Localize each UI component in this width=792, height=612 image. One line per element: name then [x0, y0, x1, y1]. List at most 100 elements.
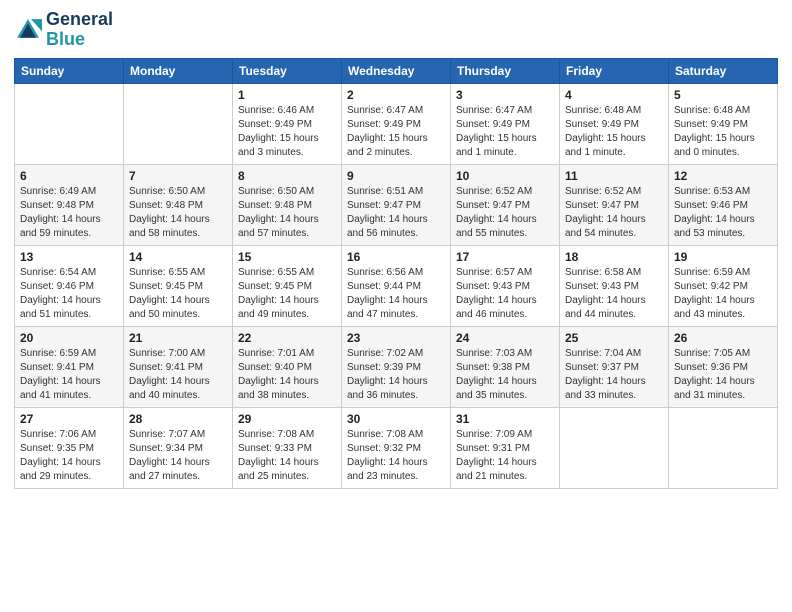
day-number: 15 [238, 250, 336, 264]
day-info: Sunrise: 6:52 AMSunset: 9:47 PMDaylight:… [456, 185, 554, 241]
calendar-cell: 11 Sunrise: 6:52 AMSunset: 9:47 PMDayligh… [560, 164, 669, 245]
calendar-cell: 27 Sunrise: 7:06 AMSunset: 9:35 PMDayligh… [15, 407, 124, 488]
calendar-cell [15, 83, 124, 164]
day-info: Sunrise: 7:02 AMSunset: 9:39 PMDaylight:… [347, 347, 445, 403]
day-info: Sunrise: 6:53 AMSunset: 9:46 PMDaylight:… [674, 185, 772, 241]
day-info: Sunrise: 6:56 AMSunset: 9:44 PMDaylight:… [347, 266, 445, 322]
header: General Blue [14, 10, 778, 50]
calendar-cell: 14 Sunrise: 6:55 AMSunset: 9:45 PMDayligh… [124, 245, 233, 326]
calendar-cell: 6Sunrise: 6:49 AMSunset: 9:48 PMDaylight… [15, 164, 124, 245]
weekday-header-thursday: Thursday [451, 58, 560, 83]
page: General Blue SundayMondayTuesdayWednesda… [0, 0, 792, 612]
calendar-header-row: SundayMondayTuesdayWednesdayThursdayFrid… [15, 58, 778, 83]
weekday-header-monday: Monday [124, 58, 233, 83]
calendar-cell: 20Sunrise: 6:59 AMSunset: 9:41 PMDayligh… [15, 326, 124, 407]
calendar-cell: 7Sunrise: 6:50 AMSunset: 9:48 PMDaylight… [124, 164, 233, 245]
calendar-cell: 1 Sunrise: 6:46 AMSunset: 9:49 PMDaylight… [233, 83, 342, 164]
day-number: 26 [674, 331, 772, 345]
day-info: Sunrise: 6:49 AMSunset: 9:48 PMDaylight:… [20, 185, 118, 241]
calendar-cell [560, 407, 669, 488]
calendar-cell: 31Sunrise: 7:09 AMSunset: 9:31 PMDayligh… [451, 407, 560, 488]
day-info: Sunrise: 6:58 AMSunset: 9:43 PMDaylight:… [565, 266, 663, 322]
day-number: 8 [238, 169, 336, 183]
day-number: 4 [565, 88, 663, 102]
day-info: Sunrise: 6:48 AMSunset: 9:49 PMDaylight:… [565, 104, 663, 160]
calendar-cell: 23 Sunrise: 7:02 AMSunset: 9:39 PMDayligh… [342, 326, 451, 407]
day-number: 2 [347, 88, 445, 102]
calendar-cell: 12 Sunrise: 6:53 AMSunset: 9:46 PMDayligh… [669, 164, 778, 245]
calendar-cell: 18 Sunrise: 6:58 AMSunset: 9:43 PMDayligh… [560, 245, 669, 326]
day-number: 3 [456, 88, 554, 102]
calendar-week-3: 13 Sunrise: 6:54 AMSunset: 9:46 PMDayligh… [15, 245, 778, 326]
day-number: 29 [238, 412, 336, 426]
day-number: 31 [456, 412, 554, 426]
weekday-header-tuesday: Tuesday [233, 58, 342, 83]
calendar-cell: 5 Sunrise: 6:48 AMSunset: 9:49 PMDaylight… [669, 83, 778, 164]
day-number: 14 [129, 250, 227, 264]
day-number: 27 [20, 412, 118, 426]
day-number: 18 [565, 250, 663, 264]
day-info: Sunrise: 6:47 AMSunset: 9:49 PMDaylight:… [347, 104, 445, 160]
weekday-header-wednesday: Wednesday [342, 58, 451, 83]
day-info: Sunrise: 6:57 AMSunset: 9:43 PMDaylight:… [456, 266, 554, 322]
day-info: Sunrise: 6:47 AMSunset: 9:49 PMDaylight:… [456, 104, 554, 160]
day-info: Sunrise: 7:08 AMSunset: 9:32 PMDaylight:… [347, 428, 445, 484]
calendar-cell: 22Sunrise: 7:01 AMSunset: 9:40 PMDayligh… [233, 326, 342, 407]
day-number: 24 [456, 331, 554, 345]
day-info: Sunrise: 7:06 AMSunset: 9:35 PMDaylight:… [20, 428, 118, 484]
day-number: 10 [456, 169, 554, 183]
day-info: Sunrise: 6:50 AMSunset: 9:48 PMDaylight:… [238, 185, 336, 241]
weekday-header-sunday: Sunday [15, 58, 124, 83]
calendar-cell: 30Sunrise: 7:08 AMSunset: 9:32 PMDayligh… [342, 407, 451, 488]
calendar-cell: 15 Sunrise: 6:55 AMSunset: 9:45 PMDayligh… [233, 245, 342, 326]
day-number: 16 [347, 250, 445, 264]
calendar-cell: 3 Sunrise: 6:47 AMSunset: 9:49 PMDaylight… [451, 83, 560, 164]
weekday-header-saturday: Saturday [669, 58, 778, 83]
day-number: 19 [674, 250, 772, 264]
day-number: 23 [347, 331, 445, 345]
day-info: Sunrise: 7:03 AMSunset: 9:38 PMDaylight:… [456, 347, 554, 403]
day-info: Sunrise: 7:05 AMSunset: 9:36 PMDaylight:… [674, 347, 772, 403]
day-info: Sunrise: 7:04 AMSunset: 9:37 PMDaylight:… [565, 347, 663, 403]
calendar-cell: 29Sunrise: 7:08 AMSunset: 9:33 PMDayligh… [233, 407, 342, 488]
day-info: Sunrise: 6:55 AMSunset: 9:45 PMDaylight:… [238, 266, 336, 322]
day-number: 12 [674, 169, 772, 183]
calendar-cell: 17Sunrise: 6:57 AMSunset: 9:43 PMDayligh… [451, 245, 560, 326]
calendar-cell: 2 Sunrise: 6:47 AMSunset: 9:49 PMDaylight… [342, 83, 451, 164]
calendar-cell: 10 Sunrise: 6:52 AMSunset: 9:47 PMDayligh… [451, 164, 560, 245]
day-number: 5 [674, 88, 772, 102]
logo-icon [14, 16, 42, 44]
calendar-cell: 28Sunrise: 7:07 AMSunset: 9:34 PMDayligh… [124, 407, 233, 488]
day-info: Sunrise: 6:51 AMSunset: 9:47 PMDaylight:… [347, 185, 445, 241]
day-info: Sunrise: 6:46 AMSunset: 9:49 PMDaylight:… [238, 104, 336, 160]
day-info: Sunrise: 7:01 AMSunset: 9:40 PMDaylight:… [238, 347, 336, 403]
day-info: Sunrise: 6:59 AMSunset: 9:42 PMDaylight:… [674, 266, 772, 322]
calendar-cell: 9 Sunrise: 6:51 AMSunset: 9:47 PMDaylight… [342, 164, 451, 245]
calendar-cell [124, 83, 233, 164]
day-number: 11 [565, 169, 663, 183]
day-info: Sunrise: 6:48 AMSunset: 9:49 PMDaylight:… [674, 104, 772, 160]
calendar-cell: 19 Sunrise: 6:59 AMSunset: 9:42 PMDayligh… [669, 245, 778, 326]
calendar-cell: 4 Sunrise: 6:48 AMSunset: 9:49 PMDaylight… [560, 83, 669, 164]
day-number: 25 [565, 331, 663, 345]
calendar-cell: 8 Sunrise: 6:50 AMSunset: 9:48 PMDaylight… [233, 164, 342, 245]
day-info: Sunrise: 6:52 AMSunset: 9:47 PMDaylight:… [565, 185, 663, 241]
calendar-week-1: 1 Sunrise: 6:46 AMSunset: 9:49 PMDaylight… [15, 83, 778, 164]
day-info: Sunrise: 6:55 AMSunset: 9:45 PMDaylight:… [129, 266, 227, 322]
day-info: Sunrise: 6:54 AMSunset: 9:46 PMDaylight:… [20, 266, 118, 322]
calendar-cell: 13 Sunrise: 6:54 AMSunset: 9:46 PMDayligh… [15, 245, 124, 326]
logo-text: General Blue [46, 10, 113, 50]
day-info: Sunrise: 6:59 AMSunset: 9:41 PMDaylight:… [20, 347, 118, 403]
weekday-header-friday: Friday [560, 58, 669, 83]
day-number: 21 [129, 331, 227, 345]
calendar: SundayMondayTuesdayWednesdayThursdayFrid… [14, 58, 778, 489]
logo: General Blue [14, 10, 113, 50]
calendar-cell: 21Sunrise: 7:00 AMSunset: 9:41 PMDayligh… [124, 326, 233, 407]
day-number: 13 [20, 250, 118, 264]
calendar-week-2: 6Sunrise: 6:49 AMSunset: 9:48 PMDaylight… [15, 164, 778, 245]
day-info: Sunrise: 6:50 AMSunset: 9:48 PMDaylight:… [129, 185, 227, 241]
day-number: 1 [238, 88, 336, 102]
day-info: Sunrise: 7:07 AMSunset: 9:34 PMDaylight:… [129, 428, 227, 484]
calendar-cell: 16 Sunrise: 6:56 AMSunset: 9:44 PMDayligh… [342, 245, 451, 326]
day-number: 9 [347, 169, 445, 183]
